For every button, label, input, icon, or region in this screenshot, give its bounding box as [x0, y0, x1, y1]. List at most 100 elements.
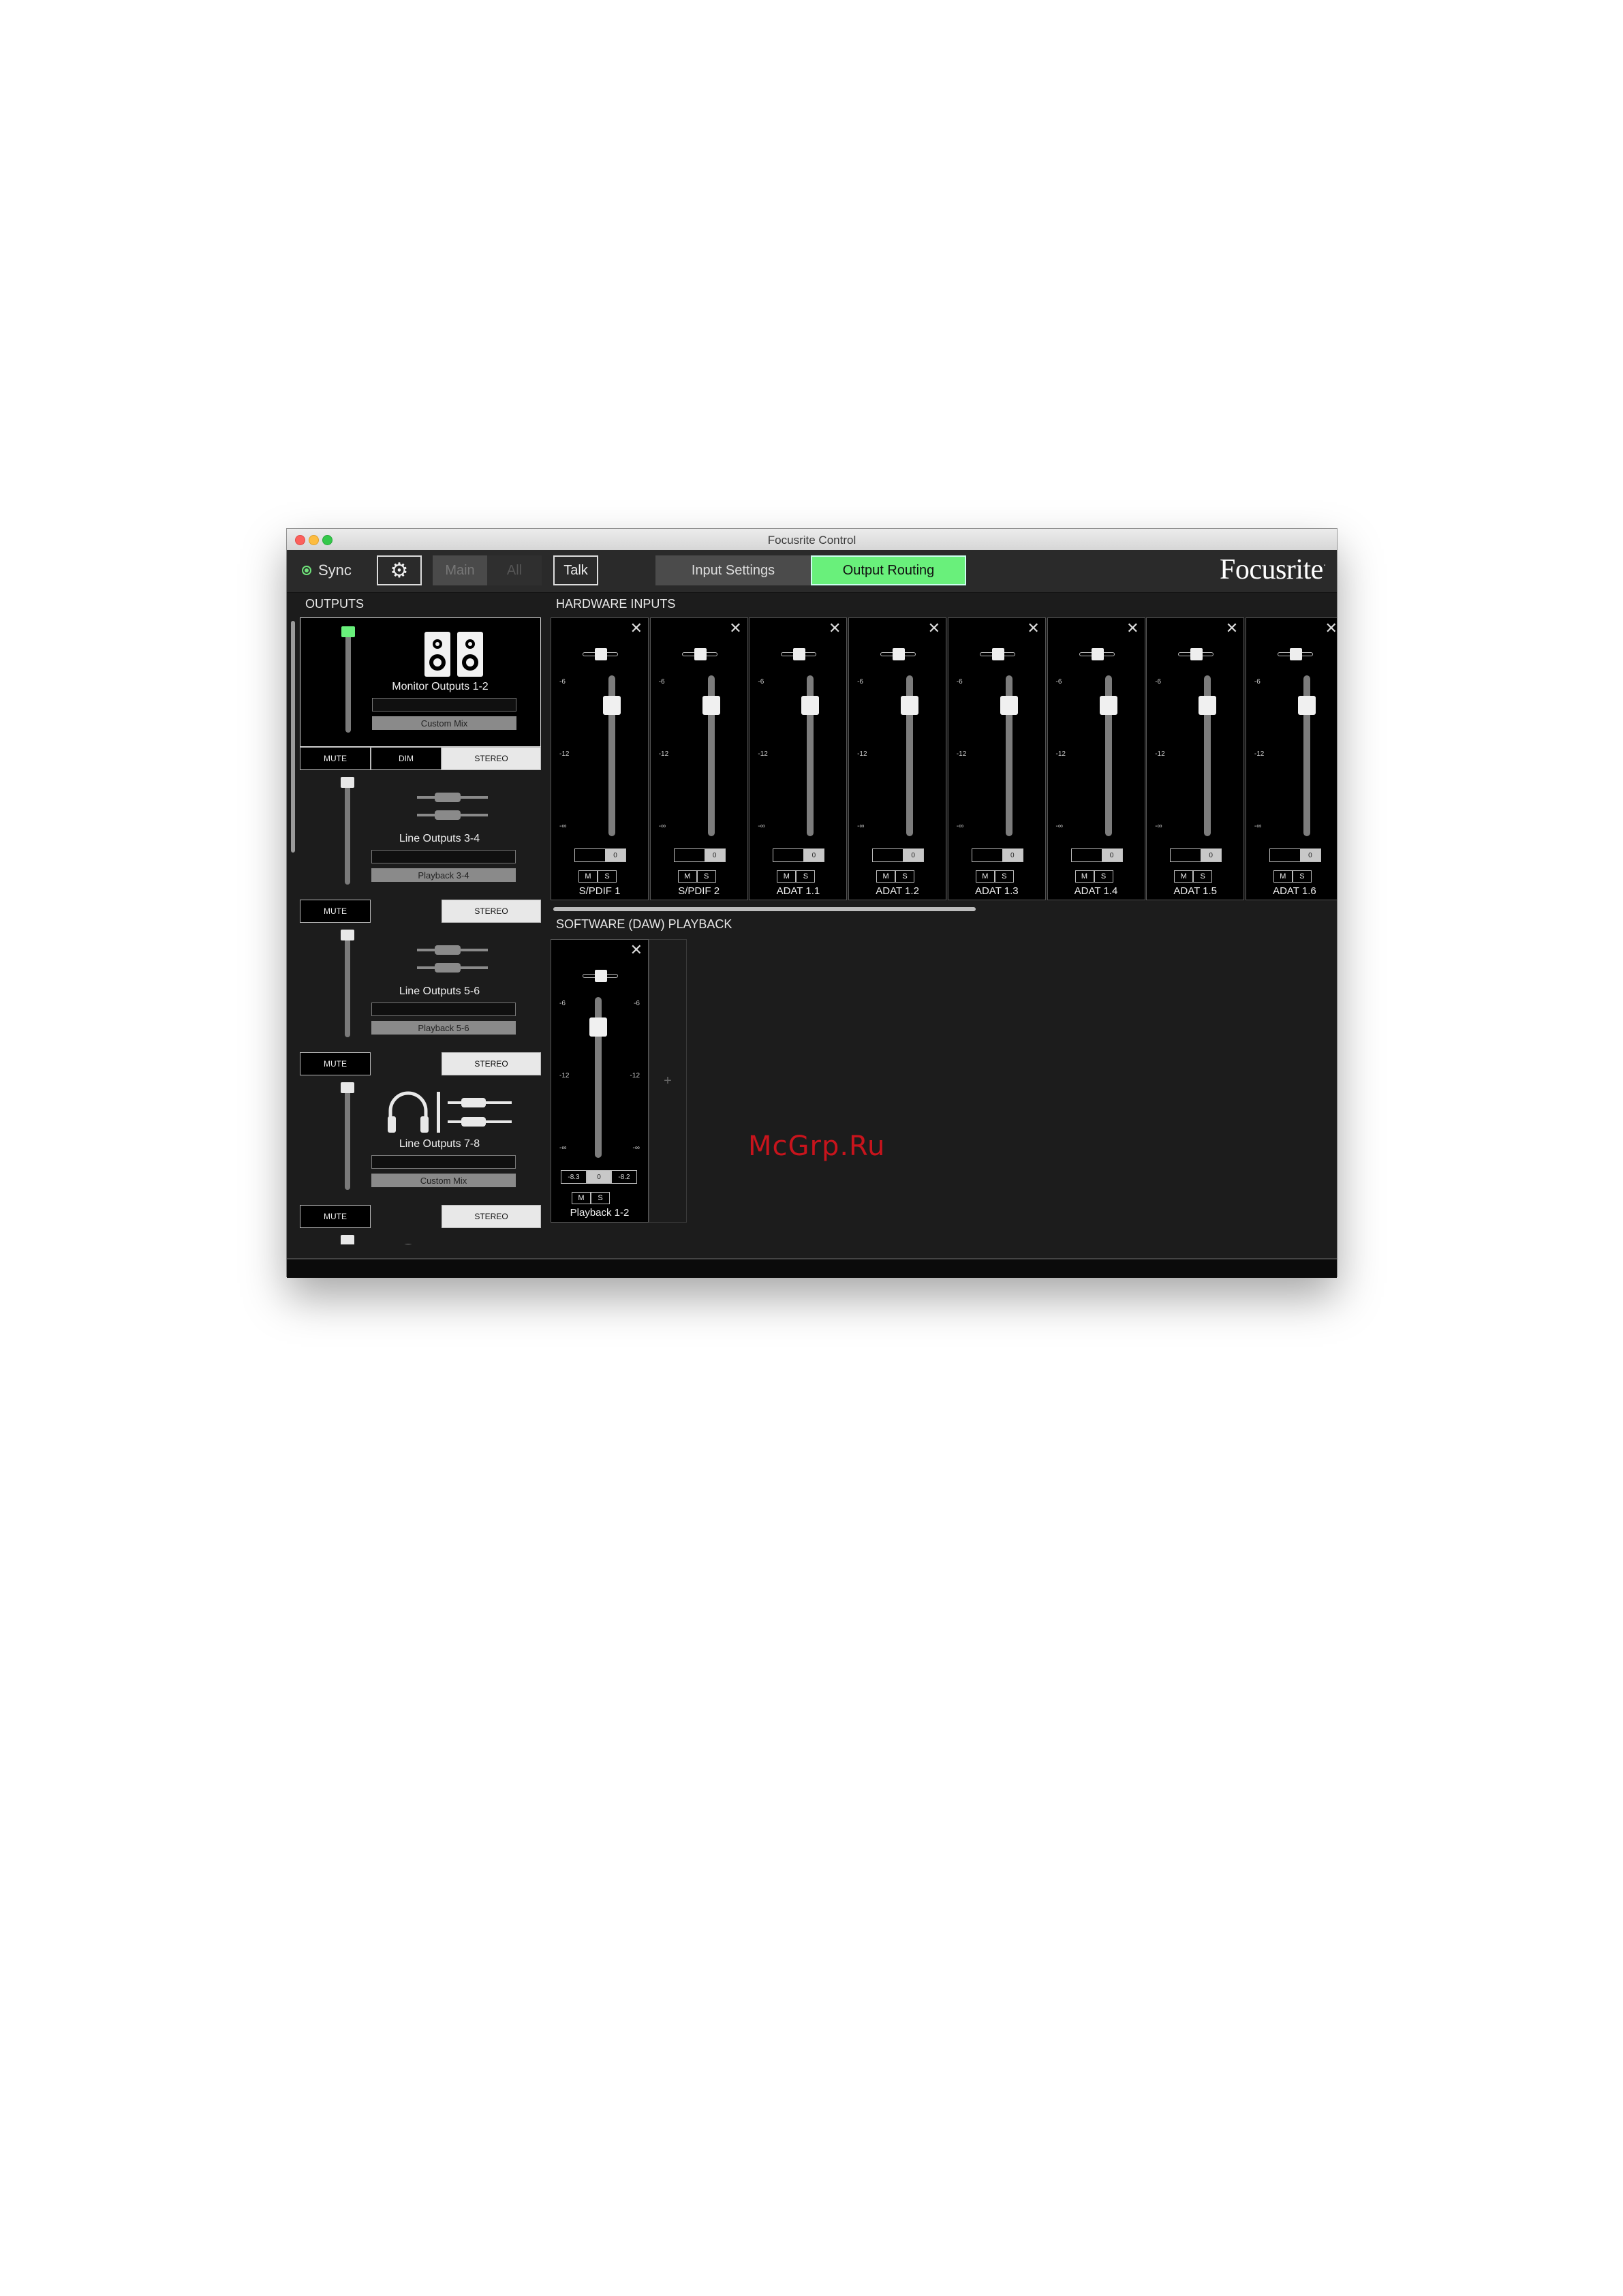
pan-handle[interactable]	[1091, 648, 1104, 660]
mute-button[interactable]: M	[572, 1192, 591, 1204]
output-card-line-3-4[interactable]: Line Outputs 3-4 Playback 3-4	[300, 770, 541, 900]
gain-fader-handle[interactable]	[1000, 696, 1018, 715]
tab-input-settings[interactable]: Input Settings	[655, 555, 811, 585]
main-view-button[interactable]: Main	[433, 555, 487, 585]
gain-fader-handle[interactable]	[603, 696, 621, 715]
solo-button[interactable]: S	[696, 870, 716, 883]
mute-button[interactable]: MUTE	[300, 1052, 371, 1075]
all-view-button[interactable]: All	[487, 555, 542, 585]
close-icon[interactable]: ✕	[1126, 619, 1139, 637]
output-source-select[interactable]: Custom Mix	[372, 716, 516, 730]
hardware-inputs-scrollbar[interactable]	[553, 907, 976, 911]
solo-button[interactable]: S	[1094, 870, 1113, 883]
output-fader[interactable]	[345, 935, 350, 1037]
output-fader-handle[interactable]	[341, 626, 355, 637]
mute-button[interactable]: MUTE	[300, 747, 371, 770]
close-icon[interactable]: ✕	[630, 941, 643, 959]
add-playback-button[interactable]: +	[649, 939, 687, 1223]
mute-button[interactable]: M	[578, 870, 598, 883]
close-icon[interactable]: ✕	[729, 619, 741, 637]
gain-fader-handle[interactable]	[801, 696, 820, 715]
scale-mark: -12	[559, 1072, 570, 1080]
output-source-select[interactable]: Playback 3-4	[371, 868, 516, 882]
solo-button[interactable]: S	[895, 870, 915, 883]
gain-value[interactable]: 0	[1299, 849, 1320, 861]
output-fader-handle[interactable]	[341, 1082, 354, 1093]
gain-value[interactable]: 0	[1101, 849, 1122, 861]
mute-button[interactable]: M	[1075, 870, 1094, 883]
output-fader-handle[interactable]	[341, 930, 354, 940]
logo-text: Focusrite	[1220, 554, 1323, 585]
gain-fader-handle[interactable]	[589, 1017, 607, 1037]
mute-button[interactable]: MUTE	[300, 1205, 371, 1228]
output-card-line-5-6[interactable]: Line Outputs 5-6 Playback 5-6	[300, 923, 541, 1052]
gain-value[interactable]: 0	[1002, 849, 1023, 861]
pan-handle[interactable]	[893, 648, 906, 660]
close-icon[interactable]: ✕	[1325, 619, 1337, 637]
gain-fader-handle[interactable]	[901, 696, 919, 715]
settings-button[interactable]: ⚙	[377, 555, 422, 585]
output-card-partial[interactable]	[300, 1228, 541, 1244]
output-fader-handle[interactable]	[341, 777, 354, 788]
close-icon[interactable]: ✕	[1226, 619, 1238, 637]
pan-handle[interactable]	[595, 970, 607, 982]
stereo-button[interactable]: STEREO	[442, 1052, 541, 1075]
pan-handle[interactable]	[793, 648, 806, 660]
stereo-button[interactable]: STEREO	[442, 900, 541, 923]
tab-output-routing[interactable]: Output Routing	[811, 555, 966, 585]
gain-fader-handle[interactable]	[1199, 696, 1217, 715]
solo-button[interactable]: S	[598, 870, 617, 883]
close-icon[interactable]: ✕	[630, 619, 643, 637]
pan-handle[interactable]	[694, 648, 707, 660]
output-meter	[371, 1155, 516, 1169]
output-fader[interactable]	[345, 782, 350, 885]
gain-value[interactable]: 0	[903, 849, 924, 861]
solo-button[interactable]: S	[1292, 870, 1312, 883]
gain-value[interactable]: 0	[803, 849, 824, 861]
solo-button[interactable]: S	[1193, 870, 1213, 883]
dim-button[interactable]: DIM	[371, 747, 442, 770]
mute-solo-group: MS	[777, 870, 816, 883]
mute-button[interactable]: M	[677, 870, 697, 883]
scale-mark: -12	[1055, 750, 1066, 758]
stereo-button[interactable]: STEREO	[442, 747, 541, 770]
mute-button[interactable]: M	[777, 870, 797, 883]
pan-handle[interactable]	[1289, 648, 1302, 660]
output-card-line-7-8[interactable]: Line Outputs 7-8 Custom Mix	[300, 1075, 541, 1205]
gain-fader-handle[interactable]	[702, 696, 720, 715]
button-spacer	[371, 1052, 442, 1075]
mute-button[interactable]: M	[1273, 870, 1293, 883]
gain-value[interactable]: 0	[587, 1170, 611, 1184]
input-strip: ✕ -6 -12 -∞ 0 M S ADAT 1.6	[1245, 617, 1337, 900]
mute-button[interactable]: MUTE	[300, 900, 371, 923]
gain-value[interactable]: 0	[1201, 849, 1222, 861]
mute-button[interactable]: M	[1174, 870, 1194, 883]
mute-button[interactable]: M	[876, 870, 896, 883]
solo-button[interactable]: S	[796, 870, 816, 883]
output-card-monitor[interactable]: Monitor Outputs 1-2 Custom Mix	[300, 617, 541, 747]
output-fader[interactable]	[345, 630, 351, 733]
pan-handle[interactable]	[595, 648, 607, 660]
gain-value[interactable]: 0	[704, 849, 725, 861]
close-icon[interactable]: ✕	[1027, 619, 1039, 637]
solo-button[interactable]: S	[994, 870, 1014, 883]
output-fader-handle[interactable]	[341, 1235, 354, 1244]
close-icon[interactable]: ✕	[829, 619, 841, 637]
gain-readout: 0	[1170, 848, 1222, 862]
output-source-select[interactable]: Playback 5-6	[371, 1021, 516, 1035]
talk-button[interactable]: Talk	[553, 555, 598, 585]
gain-fader-handle[interactable]	[1297, 696, 1316, 715]
output-source-select[interactable]: Custom Mix	[371, 1174, 516, 1187]
close-icon[interactable]: ✕	[928, 619, 940, 637]
pan-handle[interactable]	[991, 648, 1004, 660]
gain-fader-handle[interactable]	[1099, 696, 1117, 715]
strip-name: Playback 1-2	[570, 1207, 630, 1219]
solo-button[interactable]: S	[591, 1192, 610, 1204]
output-meter	[371, 1002, 516, 1016]
outputs-scrollbar[interactable]	[291, 621, 295, 853]
output-fader[interactable]	[345, 1088, 350, 1190]
pan-handle[interactable]	[1190, 648, 1203, 660]
stereo-button[interactable]: STEREO	[442, 1205, 541, 1228]
mute-button[interactable]: M	[975, 870, 995, 883]
gain-value[interactable]: 0	[605, 849, 625, 861]
